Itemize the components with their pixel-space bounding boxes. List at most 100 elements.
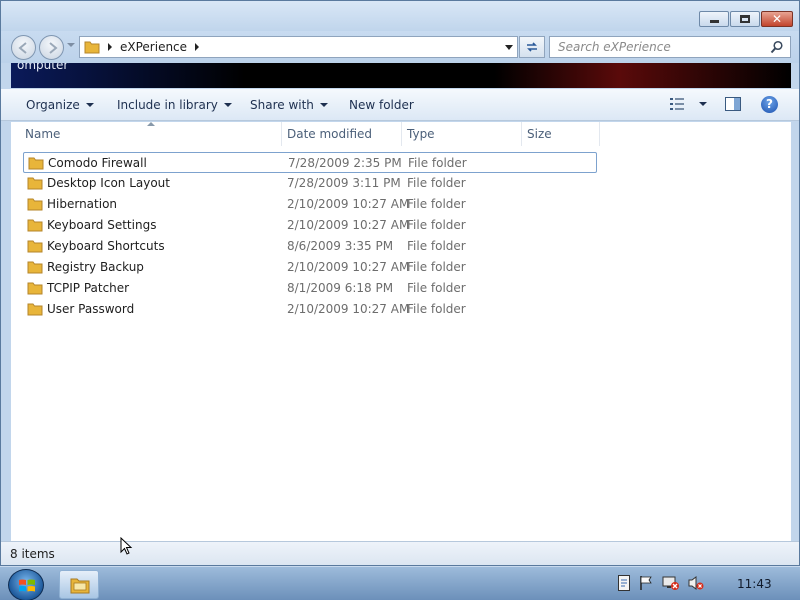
file-name: Desktop Icon Layout	[47, 176, 170, 190]
navigation-bar: eXPerience	[1, 31, 799, 63]
file-date-modified: 7/28/2009 3:11 PM	[287, 176, 401, 190]
maximize-icon	[740, 15, 750, 23]
file-name: Comodo Firewall	[48, 156, 147, 170]
minimize-icon	[709, 20, 719, 23]
close-icon: ✕	[771, 12, 783, 26]
file-name: Registry Backup	[47, 260, 144, 274]
action-center-flag-icon[interactable]	[638, 575, 654, 594]
title-bar[interactable]: ✕	[1, 1, 799, 31]
mouse-cursor-icon	[120, 537, 133, 555]
maximize-button[interactable]	[730, 11, 760, 27]
folder-icon	[27, 198, 43, 211]
back-button[interactable]	[11, 35, 36, 60]
column-divider[interactable]	[599, 122, 600, 146]
folder-icon	[27, 177, 43, 190]
file-name: Hibernation	[47, 197, 118, 211]
start-button[interactable]	[8, 569, 44, 600]
file-list-pane[interactable]: Name Date modified Type Size Comodo Fire…	[11, 122, 791, 541]
dropdown-arrow-icon	[223, 103, 232, 107]
sort-ascending-icon	[147, 122, 155, 126]
refresh-icon	[527, 42, 537, 52]
column-divider[interactable]	[401, 122, 402, 146]
system-tray	[618, 575, 712, 594]
file-name: Keyboard Shortcuts	[47, 239, 165, 253]
file-date-modified: 2/10/2009 10:27 AM	[287, 302, 410, 316]
table-row[interactable]: Registry Backup 2/10/2009 10:27 AM File …	[23, 257, 597, 278]
search-input[interactable]	[558, 37, 768, 57]
breadcrumb-chevron-icon[interactable]	[108, 43, 112, 51]
back-arrow-icon	[18, 42, 27, 54]
column-header-type[interactable]: Type	[407, 127, 435, 141]
file-type: File folder	[407, 260, 466, 274]
folder-icon	[27, 240, 43, 253]
item-count: 8 items	[10, 547, 55, 561]
taskbar-clock[interactable]: 11:43	[737, 577, 772, 591]
breadcrumb-chevron-icon[interactable]	[195, 43, 200, 51]
column-header-size[interactable]: Size	[527, 127, 552, 141]
file-date-modified: 2/10/2009 10:27 AM	[287, 260, 410, 274]
file-date-modified: 2/10/2009 10:27 AM	[287, 197, 410, 211]
address-dropdown-icon[interactable]	[505, 45, 513, 50]
breadcrumb-folder[interactable]: eXPerience	[120, 40, 187, 54]
folder-icon	[27, 219, 43, 232]
column-divider[interactable]	[281, 122, 282, 146]
windows-logo-icon	[19, 579, 35, 592]
folder-icon	[27, 282, 43, 295]
volume-muted-icon[interactable]	[688, 575, 704, 594]
forward-arrow-icon	[49, 42, 58, 54]
close-button[interactable]: ✕	[761, 11, 793, 27]
include-in-library-menu[interactable]: Include in library	[117, 98, 232, 112]
column-header-row: Name Date modified Type Size	[11, 122, 791, 146]
file-date-modified: 2/10/2009 10:27 AM	[287, 218, 410, 232]
banner-strip: omputer	[11, 63, 791, 88]
share-with-menu[interactable]: Share with	[250, 98, 328, 112]
column-header-date-modified[interactable]: Date modified	[287, 127, 372, 141]
file-type: File folder	[407, 218, 466, 232]
table-row[interactable]: Desktop Icon Layout 7/28/2009 3:11 PM Fi…	[23, 173, 597, 194]
dropdown-arrow-icon	[85, 103, 94, 107]
search-box[interactable]	[549, 36, 791, 58]
file-type: File folder	[407, 239, 466, 253]
search-icon[interactable]	[770, 40, 784, 54]
table-row[interactable]: Keyboard Settings 2/10/2009 10:27 AM Fil…	[23, 215, 597, 236]
forward-button[interactable]	[39, 35, 64, 60]
file-date-modified: 8/6/2009 3:35 PM	[287, 239, 394, 253]
file-type: File folder	[407, 176, 466, 190]
include-in-library-label: Include in library	[117, 98, 218, 112]
tray-document-icon[interactable]	[618, 575, 630, 594]
organize-menu[interactable]: Organize	[26, 98, 94, 112]
folder-icon	[27, 303, 43, 316]
file-type: File folder	[407, 281, 466, 295]
address-bar[interactable]: eXPerience	[79, 36, 518, 58]
folder-icon	[84, 41, 100, 54]
file-name: Keyboard Settings	[47, 218, 157, 232]
change-view-button[interactable]	[669, 97, 707, 111]
explorer-window: ✕ eXPerience omputer Organize	[0, 0, 800, 566]
new-folder-button[interactable]: New folder	[349, 98, 414, 112]
dropdown-arrow-icon[interactable]	[699, 102, 707, 106]
refresh-button[interactable]	[519, 36, 545, 58]
folder-icon	[27, 261, 43, 274]
table-row[interactable]: Hibernation 2/10/2009 10:27 AM File fold…	[23, 194, 597, 215]
column-divider[interactable]	[521, 122, 522, 146]
view-details-icon	[670, 98, 684, 110]
file-date-modified: 7/28/2009 2:35 PM	[288, 156, 402, 170]
table-row[interactable]: Keyboard Shortcuts 8/6/2009 3:35 PM File…	[23, 236, 597, 257]
file-date-modified: 8/1/2009 6:18 PM	[287, 281, 394, 295]
help-button[interactable]: ?	[761, 96, 778, 113]
minimize-button[interactable]	[699, 11, 729, 27]
preview-pane-icon[interactable]	[725, 97, 741, 111]
share-with-label: Share with	[250, 98, 314, 112]
file-type: File folder	[407, 302, 466, 316]
network-error-icon[interactable]	[662, 575, 680, 594]
file-type: File folder	[408, 156, 467, 170]
table-row[interactable]: User Password 2/10/2009 10:27 AM File fo…	[23, 299, 597, 320]
taskbar: 11:43	[0, 566, 800, 600]
column-header-name[interactable]: Name	[25, 127, 60, 141]
recent-pages-dropdown[interactable]	[67, 43, 75, 47]
taskbar-explorer-button[interactable]	[59, 570, 99, 599]
table-row[interactable]: TCPIP Patcher 8/1/2009 6:18 PM File fold…	[23, 278, 597, 299]
file-type: File folder	[407, 197, 466, 211]
organize-label: Organize	[26, 98, 80, 112]
table-row[interactable]: Comodo Firewall 7/28/2009 2:35 PM File f…	[23, 152, 597, 173]
